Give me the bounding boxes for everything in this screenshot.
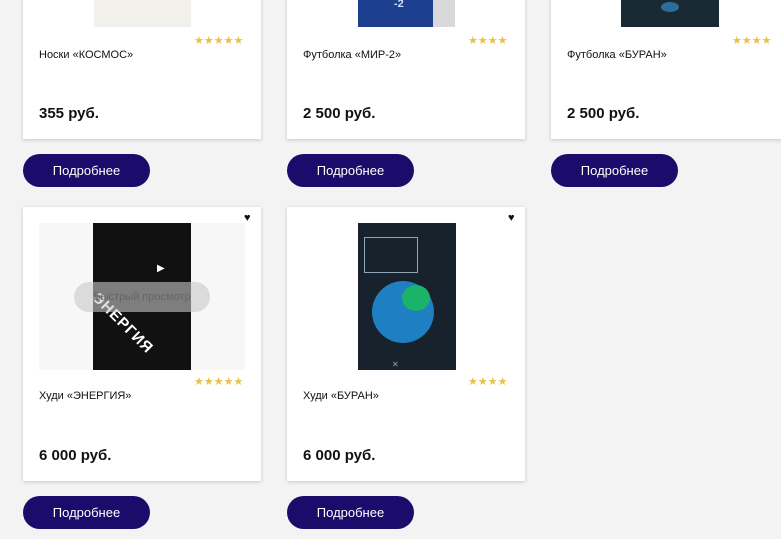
rating-stars: ★★★★ bbox=[468, 376, 508, 388]
rating-stars: ★★★★ bbox=[468, 35, 508, 47]
product-card-4[interactable]: ЭНЕРГИЯ ▶ Быстрый просмотр ♥ ★★★★★ Худи … bbox=[23, 207, 261, 481]
product-image-hoodie-energia[interactable]: ЭНЕРГИЯ ▶ Быстрый просмотр bbox=[39, 223, 245, 370]
details-button[interactable]: Подробнее bbox=[551, 154, 678, 187]
product-card-3[interactable]: ★★★★ Футболка «БУРАН» 2 500 руб. bbox=[551, 0, 781, 139]
rating-stars: ★★★★★ bbox=[194, 35, 244, 47]
product-card-5[interactable]: ✕ ♥ ★★★★ Худи «БУРАН» 6 000 руб. bbox=[287, 207, 525, 481]
product-title[interactable]: Носки «КОСМОС» bbox=[39, 49, 133, 61]
product-price: 355 руб. bbox=[39, 105, 99, 122]
product-card-2[interactable]: -2 ★★★★ Футболка «МИР-2» 2 500 руб. bbox=[287, 0, 525, 139]
product-title[interactable]: Футболка «МИР-2» bbox=[303, 49, 401, 61]
product-card-1[interactable]: ★★★★★ Носки «КОСМОС» 355 руб. bbox=[23, 0, 261, 139]
rating-stars: ★★★★★ bbox=[194, 376, 244, 388]
product-image-hoodie-buran[interactable]: ✕ bbox=[358, 223, 456, 370]
favorite-heart-icon[interactable]: ♥ bbox=[244, 212, 251, 224]
details-button[interactable]: Подробнее bbox=[287, 154, 414, 187]
product-price: 6 000 руб. bbox=[303, 447, 376, 464]
product-image-tshirt-buran[interactable] bbox=[621, 0, 719, 27]
details-button[interactable]: Подробнее bbox=[23, 496, 150, 529]
favorite-heart-icon[interactable]: ♥ bbox=[508, 212, 515, 224]
details-button[interactable]: Подробнее bbox=[287, 496, 414, 529]
product-title[interactable]: Футболка «БУРАН» bbox=[567, 49, 667, 61]
rating-stars: ★★★★ bbox=[732, 35, 772, 47]
product-price: 2 500 руб. bbox=[567, 105, 640, 122]
play-icon[interactable]: ▶ bbox=[157, 263, 165, 274]
product-price: 2 500 руб. bbox=[303, 105, 376, 122]
details-button[interactable]: Подробнее bbox=[23, 154, 150, 187]
product-price: 6 000 руб. bbox=[39, 447, 112, 464]
quick-view-button[interactable]: Быстрый просмотр bbox=[74, 282, 210, 312]
product-title[interactable]: Худи «ЭНЕРГИЯ» bbox=[39, 390, 131, 402]
close-icon: ✕ bbox=[392, 360, 399, 369]
product-image-socks[interactable] bbox=[94, 0, 191, 27]
product-image-tshirt-mir2[interactable]: -2 bbox=[358, 0, 455, 27]
product-title[interactable]: Худи «БУРАН» bbox=[303, 390, 379, 402]
